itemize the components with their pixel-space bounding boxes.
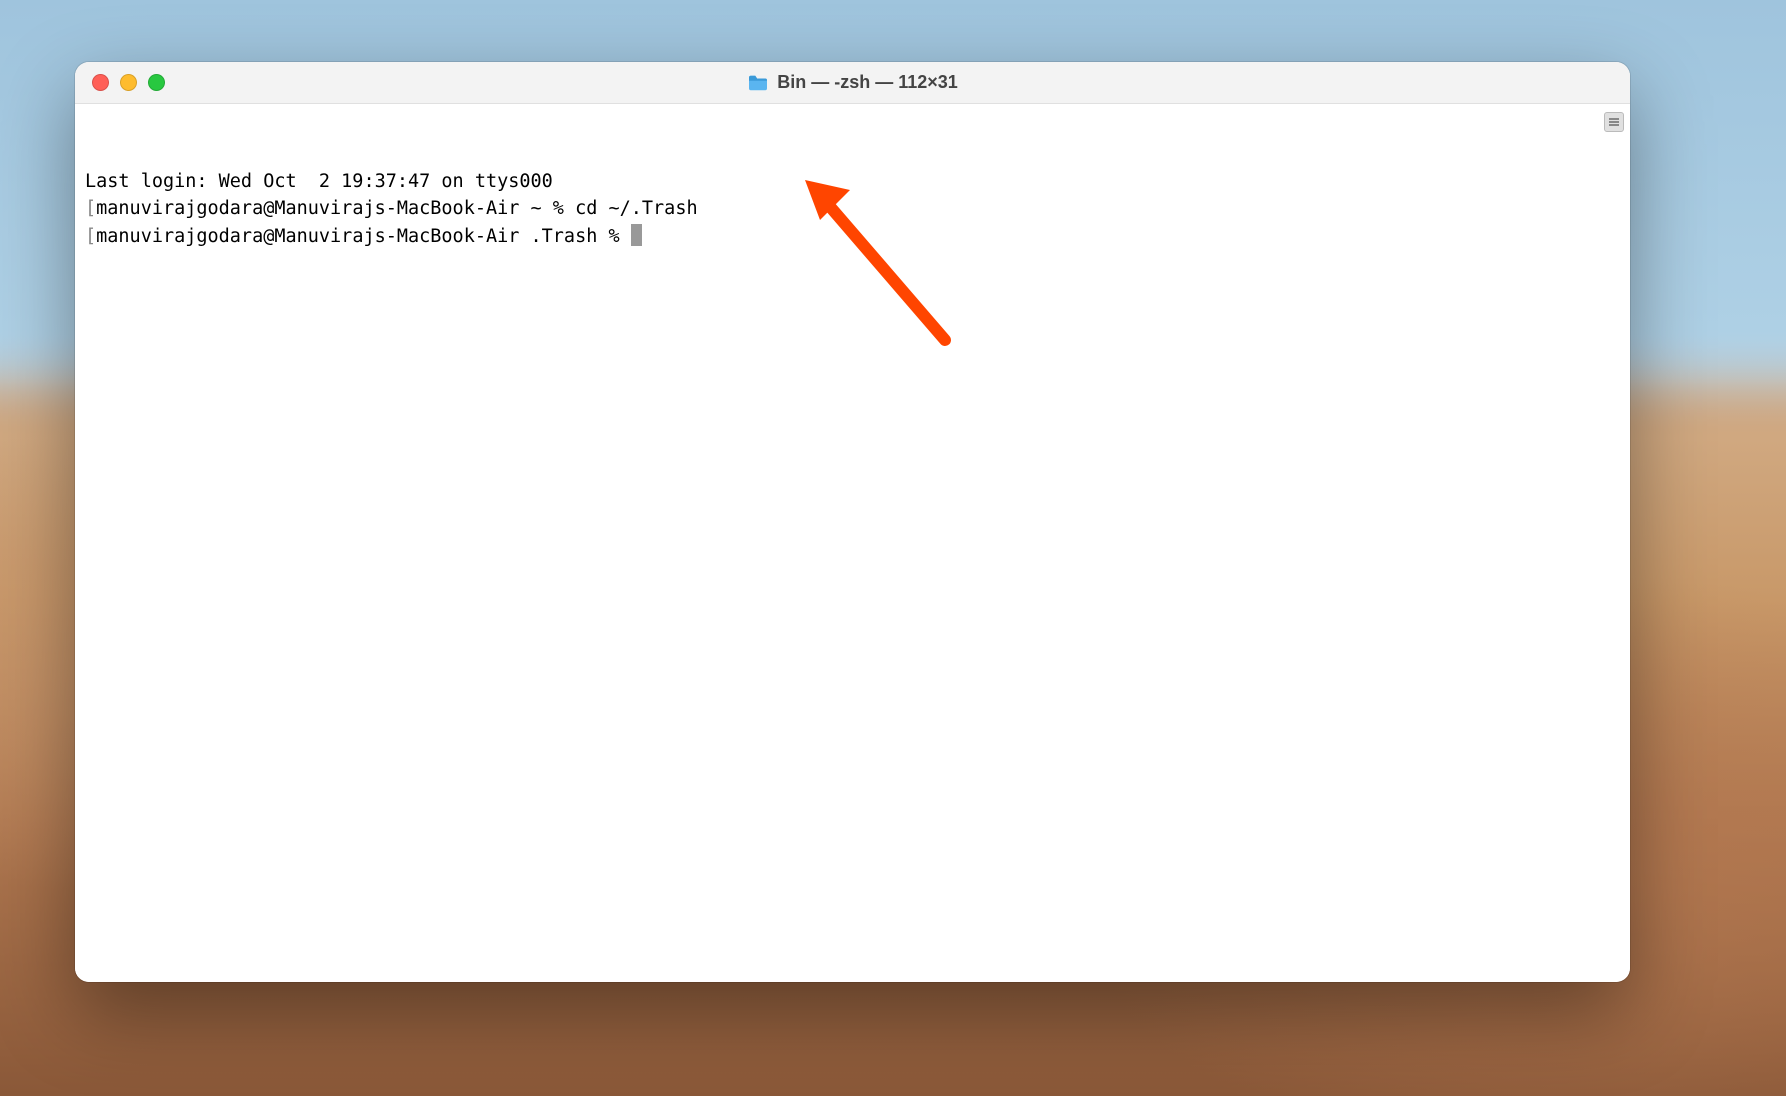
terminal-line-last-login: Last login: Wed Oct 2 19:37:47 on ttys00… (85, 168, 1620, 196)
traffic-lights (75, 74, 165, 91)
folder-icon (747, 74, 769, 92)
prompt-2: manuvirajgodara@Manuvirajs-MacBook-Air .… (96, 226, 631, 247)
maximize-button[interactable] (148, 74, 165, 91)
terminal-window: Bin — -zsh — 112×31 Last login: Wed Oct … (75, 62, 1630, 982)
bracket-open-2: [ (85, 226, 96, 247)
minimize-button[interactable] (120, 74, 137, 91)
scroll-indicator-icon[interactable] (1604, 112, 1624, 132)
close-button[interactable] (92, 74, 109, 91)
terminal-line-2: [manuvirajgodara@Manuvirajs-MacBook-Air … (85, 223, 1620, 251)
title-area: Bin — -zsh — 112×31 (75, 72, 1630, 93)
terminal-cursor (631, 224, 642, 246)
bracket-open: [ (85, 198, 96, 219)
terminal-content[interactable]: Last login: Wed Oct 2 19:37:47 on ttys00… (75, 104, 1630, 982)
window-titlebar[interactable]: Bin — -zsh — 112×31 (75, 62, 1630, 104)
prompt-1: manuvirajgodara@Manuvirajs-MacBook-Air ~… (96, 198, 575, 219)
terminal-line-1: [manuvirajgodara@Manuvirajs-MacBook-Air … (85, 195, 1620, 223)
command-1: cd ~/.Trash (575, 198, 698, 219)
window-title: Bin — -zsh — 112×31 (777, 72, 958, 93)
